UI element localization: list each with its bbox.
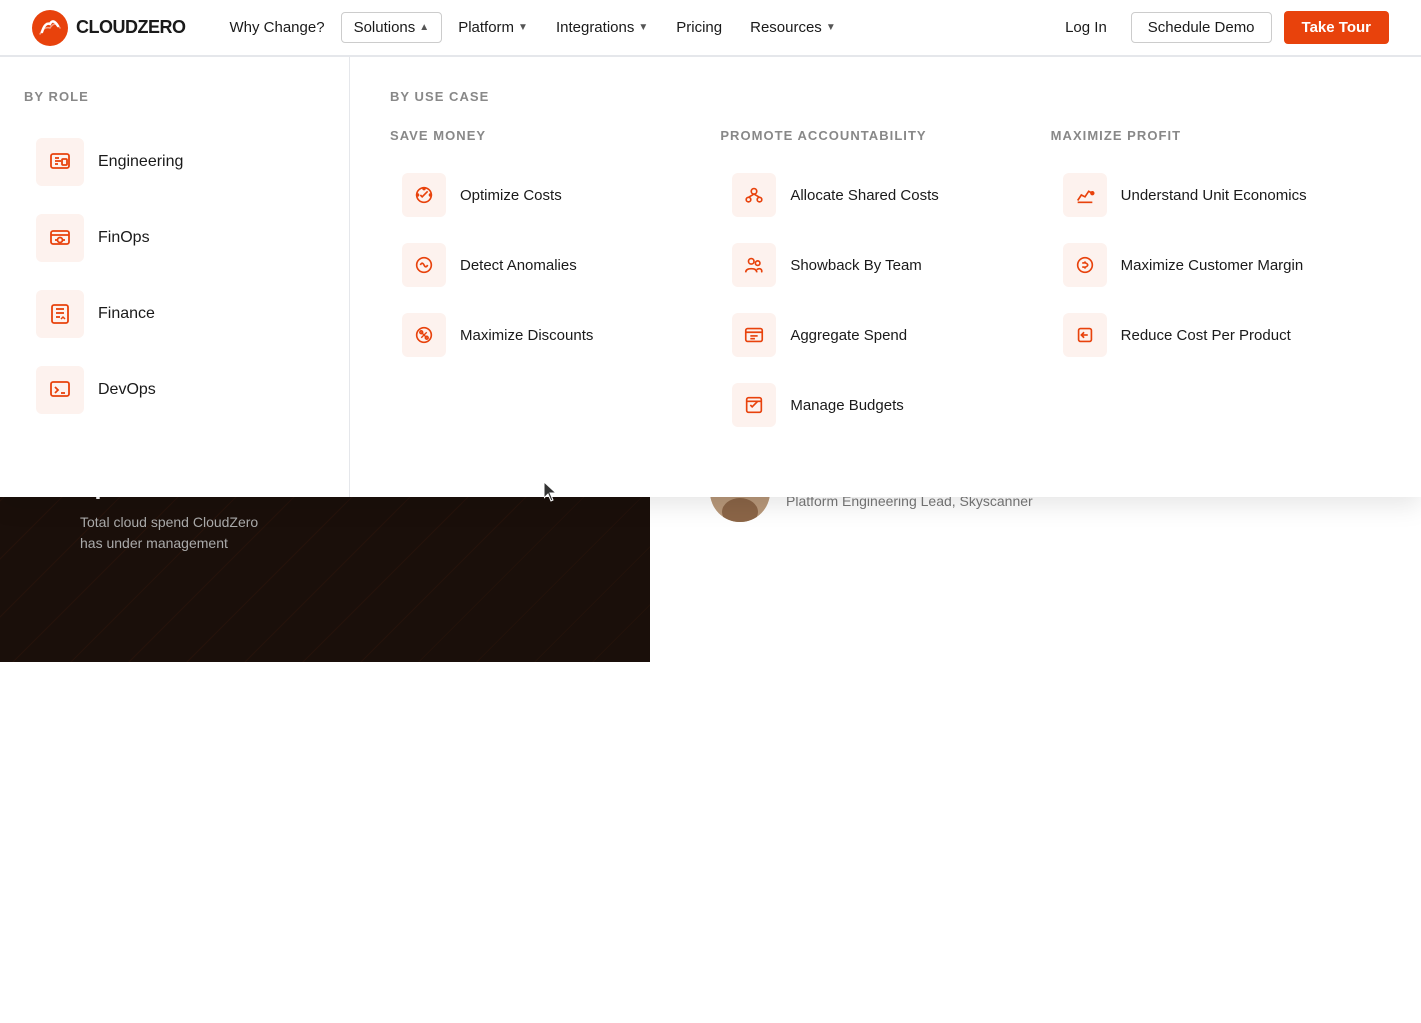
maximize-profit-column: Maximize Profit Understand Unit Economic… [1051, 128, 1381, 437]
detect-anomalies-label: Detect Anomalies [460, 257, 577, 274]
engineering-label: Engineering [98, 153, 183, 171]
promote-accountability-items: Allocate Shared Costs Showback By Team [720, 163, 1030, 437]
engineering-icon-box [36, 138, 84, 186]
nav-why-change[interactable]: Why Change? [218, 13, 337, 42]
showback-by-team-item[interactable]: Showback By Team [720, 233, 1030, 297]
nav-pricing[interactable]: Pricing [664, 13, 734, 42]
by-role-section: By Role Engineering [0, 57, 350, 497]
stat-5b-desc: Total cloud spend CloudZero has under ma… [80, 504, 280, 554]
by-use-case-title: By Use Case [390, 89, 1381, 104]
optimize-costs-item[interactable]: Optimize Costs [390, 163, 700, 227]
finops-icon-box [36, 214, 84, 262]
allocate-shared-costs-label: Allocate Shared Costs [790, 187, 938, 204]
role-items-list: Engineering FinOps [24, 128, 325, 424]
maximize-customer-margin-icon [1063, 243, 1107, 287]
solutions-dropdown: By Role Engineering [0, 56, 1421, 497]
logo-text: CLOUDZERO [76, 17, 186, 38]
manage-budgets-item[interactable]: Manage Budgets [720, 373, 1030, 437]
login-button[interactable]: Log In [1053, 13, 1119, 42]
reduce-cost-per-product-item[interactable]: Reduce Cost Per Product [1051, 303, 1361, 367]
detect-anomalies-icon [402, 243, 446, 287]
use-case-columns: Save Money Optimize Costs [390, 128, 1381, 437]
nav-resources[interactable]: Resources ▼ [738, 13, 848, 42]
reduce-cost-per-product-icon [1063, 313, 1107, 357]
chevron-down-icon: ▼ [518, 22, 528, 33]
understand-unit-economics-item[interactable]: Understand Unit Economics [1051, 163, 1361, 227]
chevron-down-icon: ▼ [826, 22, 836, 33]
by-use-case-section: By Use Case Save Money [350, 57, 1421, 497]
showback-by-team-icon [732, 243, 776, 287]
maximize-customer-margin-label: Maximize Customer Margin [1121, 257, 1304, 274]
optimize-costs-icon [402, 173, 446, 217]
maximize-discounts-icon [402, 313, 446, 357]
role-item-finance[interactable]: Finance [24, 280, 325, 348]
role-item-finops[interactable]: FinOps [24, 204, 325, 272]
maximize-discounts-item[interactable]: Maximize Discounts [390, 303, 700, 367]
maximize-discounts-label: Maximize Discounts [460, 327, 593, 344]
nav-actions: Log In Schedule Demo Take Tour [1053, 11, 1389, 44]
nav-solutions[interactable]: Solutions ▲ [341, 12, 443, 43]
save-money-items: Optimize Costs Detect Anomalies [390, 163, 700, 367]
optimize-costs-label: Optimize Costs [460, 187, 562, 204]
navbar: CLOUDZERO Why Change? Solutions ▲ Platfo… [0, 0, 1421, 56]
manage-budgets-icon [732, 383, 776, 427]
role-item-engineering[interactable]: Engineering [24, 128, 325, 196]
role-item-devops[interactable]: DevOps [24, 356, 325, 424]
chevron-down-icon: ▲ [419, 22, 429, 33]
allocate-shared-costs-icon [732, 173, 776, 217]
devops-icon-box [36, 366, 84, 414]
aggregate-spend-icon [732, 313, 776, 357]
detect-anomalies-item[interactable]: Detect Anomalies [390, 233, 700, 297]
promote-accountability-title: Promote Accountability [720, 128, 1030, 143]
finance-icon-box [36, 290, 84, 338]
understand-unit-economics-label: Understand Unit Economics [1121, 187, 1307, 204]
schedule-demo-button[interactable]: Schedule Demo [1131, 12, 1272, 43]
nav-platform[interactable]: Platform ▼ [446, 13, 540, 42]
finops-label: FinOps [98, 229, 150, 247]
allocate-shared-costs-item[interactable]: Allocate Shared Costs [720, 163, 1030, 227]
aggregate-spend-item[interactable]: Aggregate Spend [720, 303, 1030, 367]
chevron-down-icon: ▼ [638, 22, 648, 33]
logo[interactable]: CLOUDZERO [32, 10, 186, 46]
save-money-column: Save Money Optimize Costs [390, 128, 720, 437]
nav-links: Why Change? Solutions ▲ Platform ▼ Integ… [218, 12, 1054, 43]
take-tour-button[interactable]: Take Tour [1284, 11, 1389, 44]
by-role-title: By Role [24, 89, 325, 104]
showback-by-team-label: Showback By Team [790, 257, 921, 274]
understand-unit-economics-icon [1063, 173, 1107, 217]
mouse-cursor [544, 482, 560, 507]
devops-label: DevOps [98, 381, 156, 399]
maximize-profit-title: Maximize Profit [1051, 128, 1361, 143]
manage-budgets-label: Manage Budgets [790, 397, 903, 414]
nav-integrations[interactable]: Integrations ▼ [544, 13, 660, 42]
promote-accountability-column: Promote Accountability Allo [720, 128, 1050, 437]
aggregate-spend-label: Aggregate Spend [790, 327, 907, 344]
maximize-customer-margin-item[interactable]: Maximize Customer Margin [1051, 233, 1361, 297]
reduce-cost-per-product-label: Reduce Cost Per Product [1121, 327, 1291, 344]
maximize-profit-items: Understand Unit Economics Maximize Custo… [1051, 163, 1361, 367]
save-money-title: Save Money [390, 128, 700, 143]
finance-label: Finance [98, 305, 155, 323]
